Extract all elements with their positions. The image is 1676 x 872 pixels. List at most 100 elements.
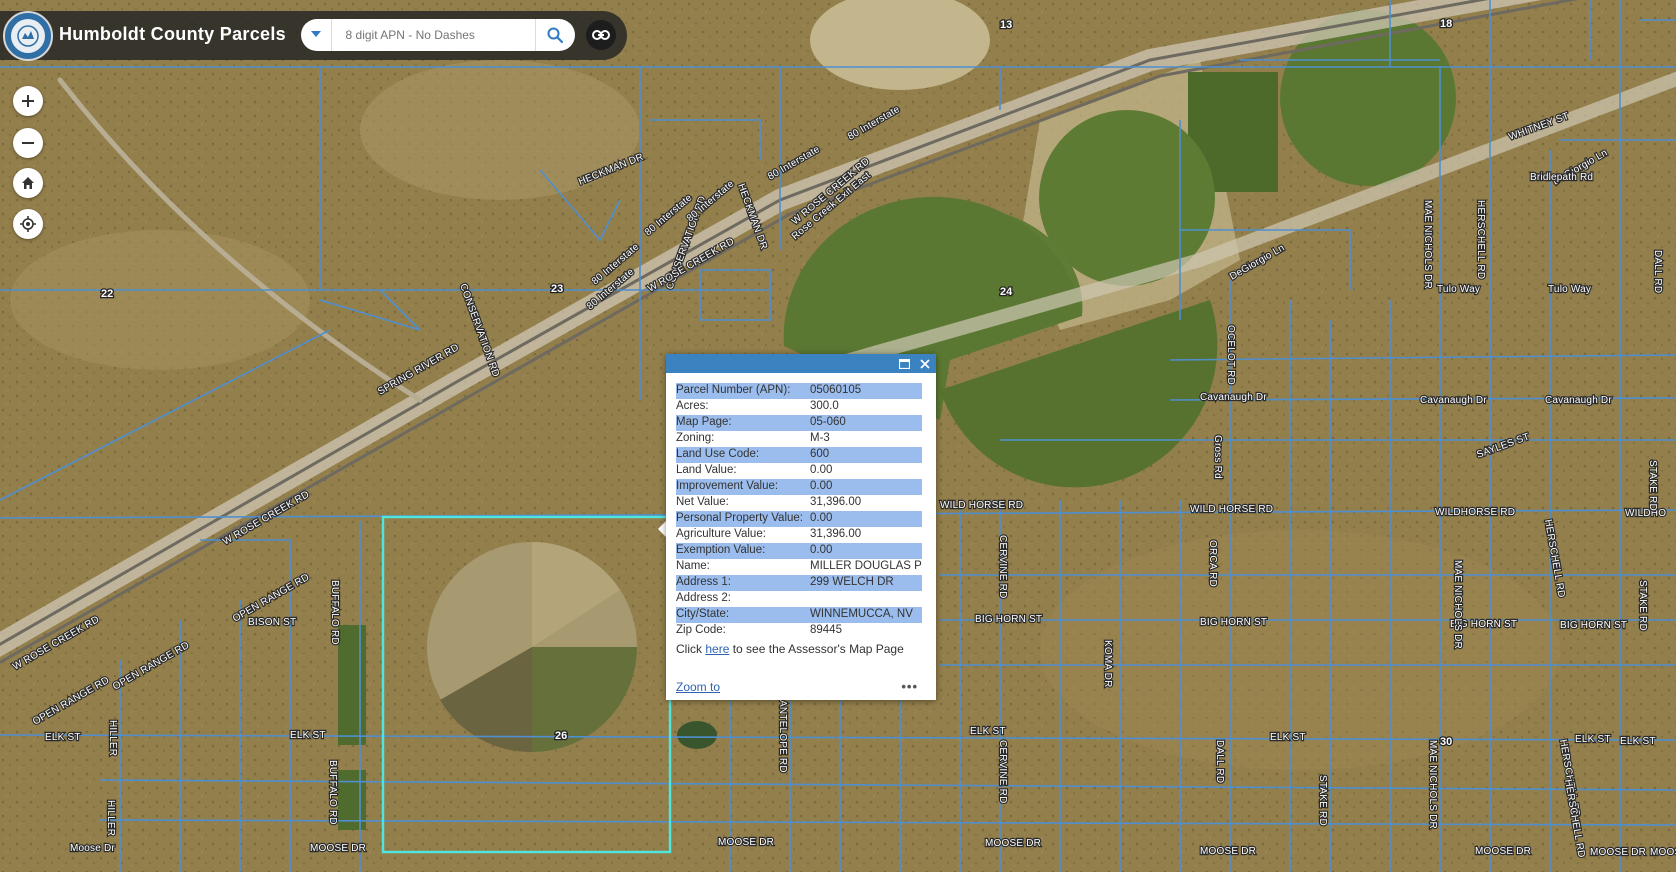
field-value: 0.00 xyxy=(810,479,922,495)
field-value: 89445 xyxy=(810,624,842,636)
field-row: Name: MILLER DOUGLAS P xyxy=(676,559,926,575)
field-label: Improvement Value: xyxy=(676,479,810,495)
field-label: Land Use Code: xyxy=(676,447,810,463)
search-input[interactable] xyxy=(331,27,535,43)
field-row: Improvement Value: 0.00 xyxy=(676,479,926,495)
locate-icon[interactable] xyxy=(13,209,43,239)
field-row: Agriculture Value: 31,396.00 xyxy=(676,527,926,543)
road-label: ELK ST xyxy=(1575,734,1611,745)
field-label: Address 2: xyxy=(676,592,731,604)
note-suffix: to see the Assessor's Map Page xyxy=(732,642,904,656)
section-number-label: 22 xyxy=(101,288,113,300)
road-label: MOOSE DR xyxy=(718,837,774,848)
road-label: Tulo Way xyxy=(1548,284,1591,295)
road-label: ELK ST xyxy=(290,730,326,741)
road-label: CERVINE RD xyxy=(997,535,1008,599)
road-label: MOOSE DR xyxy=(1475,846,1531,857)
field-value: 0.00 xyxy=(810,511,922,527)
section-number-label: 13 xyxy=(1000,19,1012,31)
road-label: WILD HORSE RD xyxy=(940,500,1023,511)
road-label: Tulo Way xyxy=(1437,284,1480,295)
field-label: Zip Code: xyxy=(676,624,726,636)
zoom-to-link[interactable]: Zoom to xyxy=(676,680,720,694)
field-label: Agriculture Value: xyxy=(676,528,766,540)
dock-icon[interactable] xyxy=(897,356,912,371)
field-row: Acres: 300.0 xyxy=(676,399,926,415)
field-value: 05-060 xyxy=(810,415,922,431)
field-row: Land Value: 0.00 xyxy=(676,463,926,479)
field-label: Net Value: xyxy=(676,496,729,508)
county-seal-icon[interactable] xyxy=(3,11,53,61)
road-label: Gross Rd xyxy=(1212,435,1223,479)
road-label: STAKE RD xyxy=(1647,460,1658,511)
road-label: ELK ST xyxy=(970,726,1006,737)
field-row: Net Value: 31,396.00 xyxy=(676,495,926,511)
field-label: Parcel Number (APN): xyxy=(676,383,810,399)
close-icon[interactable] xyxy=(917,356,932,371)
road-label: MOOSE DR xyxy=(985,838,1041,849)
field-label: Personal Property Value: xyxy=(676,511,810,527)
parcel-popup: Parcel Number (APN): 05060105 Acres: 300.0… xyxy=(666,354,936,700)
road-label: MOOSE DR xyxy=(310,843,366,854)
app-title: Humboldt County Parcels xyxy=(59,24,286,44)
field-row: Address 2: xyxy=(676,591,926,607)
plus-icon[interactable] xyxy=(13,86,43,116)
assessor-note: Click here to see the Assessor's Map Pag… xyxy=(676,642,926,656)
field-value: 299 WELCH DR xyxy=(810,575,922,591)
field-label: Map Page: xyxy=(676,415,810,431)
road-label: MOOSE DR xyxy=(1590,847,1646,858)
field-row: City/State: WINNEMUCCA, NV xyxy=(676,607,926,623)
field-row: Parcel Number (APN): 05060105 xyxy=(676,383,926,399)
road-label: WILDHORSE RD xyxy=(1435,507,1515,518)
road-label: KOMA DR xyxy=(1102,640,1113,688)
road-label: ELK ST xyxy=(1270,732,1306,743)
road-label: CERVINE RD xyxy=(997,740,1008,804)
field-value: MILLER DOUGLAS P xyxy=(810,560,922,572)
road-label: BISON ST xyxy=(248,617,296,628)
road-label: ORCA RD xyxy=(1207,540,1218,587)
section-number-label: 23 xyxy=(551,283,563,295)
road-label: WILDHO xyxy=(1625,508,1666,519)
road-label: BUFFALO RD xyxy=(327,760,338,825)
road-label: DALL RD xyxy=(1652,250,1663,293)
road-label: Moose Dr xyxy=(70,843,115,854)
magnifier-icon[interactable] xyxy=(534,19,575,51)
app-header: Humboldt County Parcels xyxy=(0,11,627,61)
field-value xyxy=(810,591,922,607)
more-options-button[interactable]: ••• xyxy=(901,679,918,694)
road-label: MAE NICHOLS DR xyxy=(1422,200,1433,289)
home-icon[interactable] xyxy=(13,168,43,198)
field-row: Zip Code: 89445 xyxy=(676,623,926,639)
road-label: ELK ST xyxy=(45,732,81,743)
section-number-label: 24 xyxy=(1000,286,1013,298)
field-row: Map Page: 05-060 xyxy=(676,415,926,431)
road-label: HILLER xyxy=(107,720,118,756)
section-number-label: 30 xyxy=(1440,736,1452,748)
field-label: Address 1: xyxy=(676,575,810,591)
field-row: Land Use Code: 600 xyxy=(676,447,926,463)
minus-icon[interactable] xyxy=(13,128,43,158)
road-label: DALL RD xyxy=(1214,740,1225,783)
section-number-label: 26 xyxy=(555,730,567,742)
field-label: Exemption Value: xyxy=(676,543,810,559)
road-label: MOOSE DR xyxy=(1650,847,1676,858)
link-icon[interactable] xyxy=(586,20,616,50)
field-label: City/State: xyxy=(676,607,810,623)
field-value: 31,396.00 xyxy=(810,496,862,508)
road-label: WILD HORSE RD xyxy=(1190,504,1273,515)
assessor-map-link[interactable]: here xyxy=(705,642,729,656)
note-prefix: Click xyxy=(676,642,702,656)
field-value: 0.00 xyxy=(810,543,922,559)
popup-header xyxy=(666,354,936,373)
section-number-label: 18 xyxy=(1440,18,1452,30)
road-label: HILLER xyxy=(105,800,116,836)
field-value: WINNEMUCCA, NV xyxy=(810,607,922,623)
field-value: 300.0 xyxy=(810,400,839,412)
road-label: MOOSE DR xyxy=(1200,846,1256,857)
caret-down-icon[interactable] xyxy=(301,19,332,51)
road-label: BIG HORN ST xyxy=(1200,617,1267,628)
search-bar xyxy=(301,19,575,51)
field-value: M-3 xyxy=(810,432,830,444)
field-row: Personal Property Value: 0.00 xyxy=(676,511,926,527)
road-label: BIG HORN ST xyxy=(975,614,1042,625)
